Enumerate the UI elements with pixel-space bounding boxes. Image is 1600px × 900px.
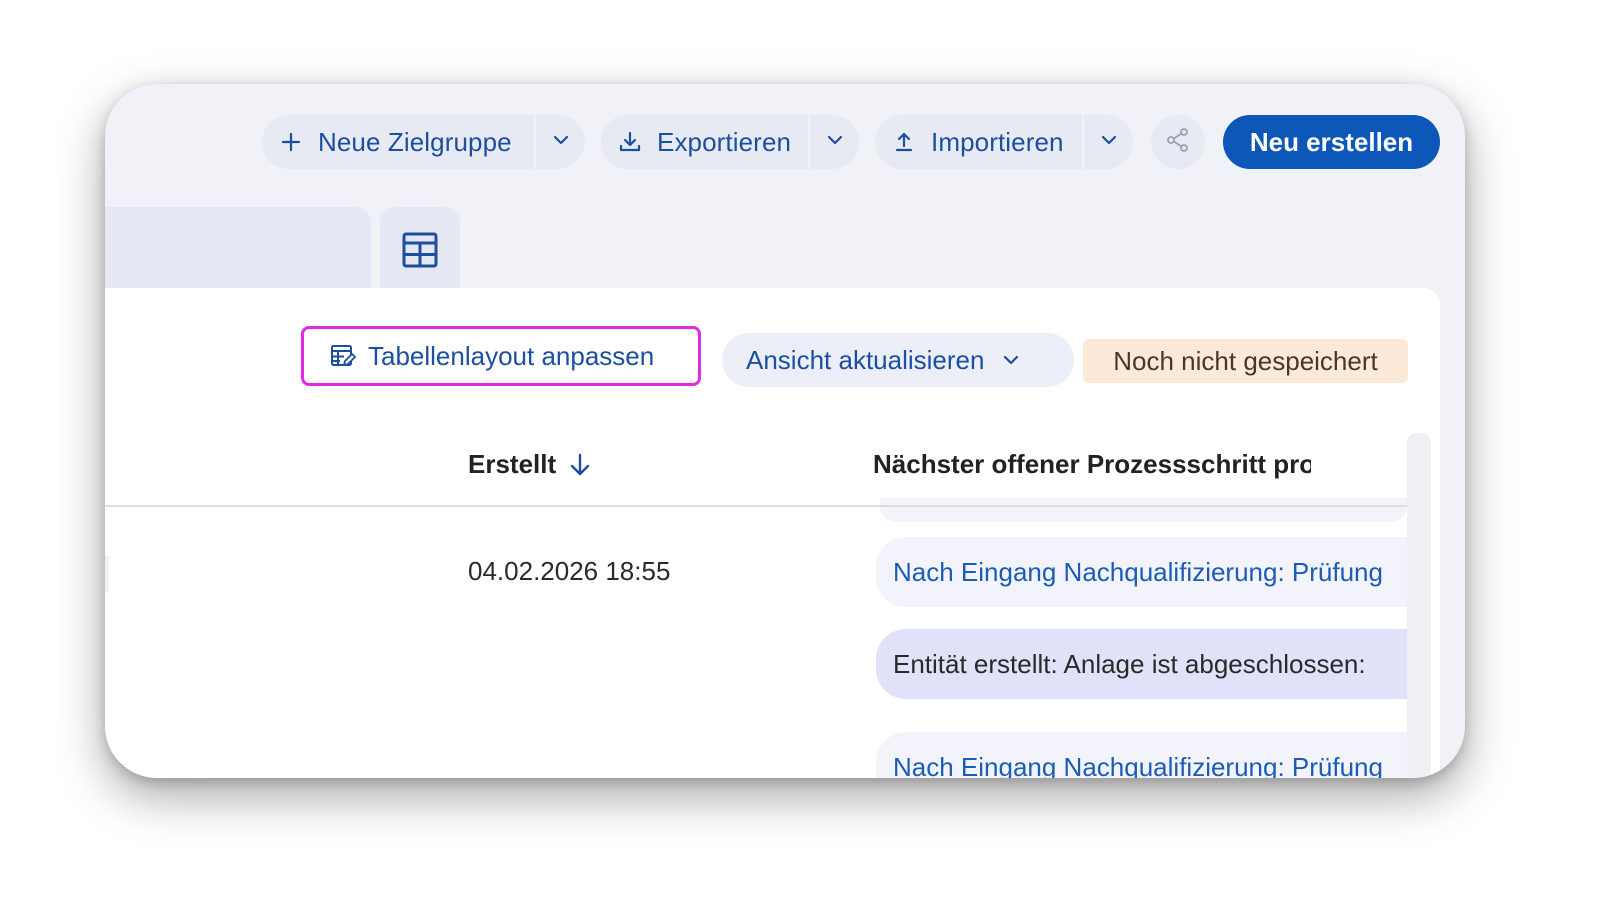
export-label: Exportieren bbox=[657, 126, 792, 157]
column-header-erstellt[interactable]: Erstellt bbox=[468, 449, 592, 480]
unsaved-status-badge: Noch nicht gespeichert bbox=[1083, 339, 1408, 383]
table-edit-icon bbox=[330, 343, 356, 369]
app-window: Neue Zielgruppe Exportieren Importieren … bbox=[105, 84, 1465, 778]
previous-row-tail bbox=[880, 498, 1407, 522]
table-cell-created: 04.02.2026 18:55 bbox=[468, 556, 671, 586]
vertical-scrollbar[interactable] bbox=[1407, 433, 1431, 778]
customize-table-layout-label: Tabellenlayout anpassen bbox=[368, 340, 655, 371]
arrow-down-icon bbox=[568, 452, 592, 478]
share-button[interactable] bbox=[1151, 115, 1205, 169]
table-view-tab[interactable] bbox=[380, 207, 460, 297]
new-audience-button[interactable]: Neue Zielgruppe bbox=[262, 115, 534, 169]
customize-table-layout-button[interactable]: Tabellenlayout anpassen bbox=[301, 326, 701, 386]
share-icon bbox=[1165, 127, 1191, 158]
table-panel: Tabellenlayout anpassen Ansicht aktualis… bbox=[105, 288, 1440, 778]
process-step-item: Entität erstellt: Anlage ist abgeschloss… bbox=[876, 629, 1407, 699]
import-button[interactable]: Importieren bbox=[875, 115, 1082, 169]
process-step-link[interactable]: Nach Eingang Nachqualifizierung: Prüfung bbox=[876, 537, 1407, 607]
import-split-button: Importieren bbox=[875, 115, 1133, 169]
chevron-down-icon bbox=[826, 133, 844, 151]
new-audience-label: Neue Zielgruppe bbox=[318, 126, 512, 157]
chevron-down-icon bbox=[1100, 133, 1118, 151]
import-label: Importieren bbox=[931, 126, 1064, 157]
update-view-dropdown[interactable]: Ansicht aktualisieren bbox=[722, 333, 1074, 387]
column-header-erstellt-label: Erstellt bbox=[468, 449, 557, 479]
row-selection-marker bbox=[105, 556, 109, 592]
export-dropdown-toggle[interactable] bbox=[810, 115, 859, 169]
plus-icon bbox=[278, 129, 304, 155]
column-header-next-step[interactable]: Nächster offener Prozessschritt pro bbox=[873, 449, 1311, 480]
new-audience-dropdown-toggle[interactable] bbox=[536, 115, 585, 169]
export-split-button: Exportieren bbox=[601, 115, 859, 169]
table-icon bbox=[401, 231, 439, 274]
upload-icon bbox=[891, 129, 917, 155]
chevron-down-icon bbox=[552, 133, 570, 151]
header-divider bbox=[105, 505, 1407, 507]
chevron-down-icon bbox=[1002, 354, 1020, 366]
new-audience-split-button: Neue Zielgruppe bbox=[262, 115, 585, 169]
view-tab[interactable] bbox=[105, 207, 371, 297]
export-button[interactable]: Exportieren bbox=[601, 115, 808, 169]
import-dropdown-toggle[interactable] bbox=[1084, 115, 1133, 169]
process-step-link[interactable]: Nach Eingang Nachqualifizierung: Prüfung bbox=[876, 732, 1407, 778]
download-icon bbox=[617, 129, 643, 155]
create-new-button[interactable]: Neu erstellen bbox=[1223, 115, 1440, 169]
update-view-label: Ansicht aktualisieren bbox=[746, 344, 985, 375]
